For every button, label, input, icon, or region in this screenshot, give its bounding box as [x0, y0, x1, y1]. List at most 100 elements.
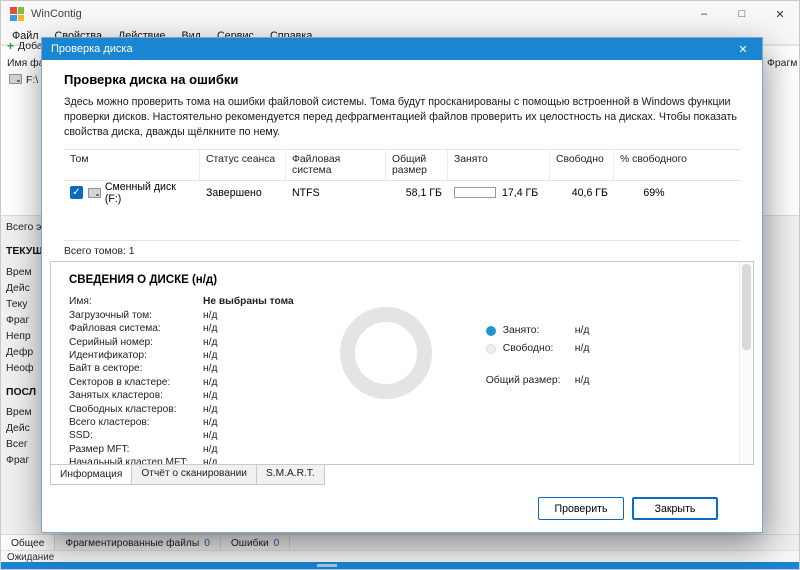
total-legend-value: н/д	[574, 375, 590, 387]
used-value: 17,4 ГБ	[502, 186, 539, 199]
details-heading: СВЕДЕНИЯ О ДИСКЕ (н/д)	[69, 274, 218, 287]
col-used[interactable]: Занято	[448, 150, 550, 181]
field-label: Имя:	[69, 296, 92, 308]
stat-label: Дейс	[6, 423, 30, 434]
free-legend-label: Свободно:	[502, 343, 554, 355]
maximize-icon[interactable]: □	[723, 1, 761, 27]
stat-label: Фраг	[6, 455, 30, 466]
volume-name: Сменный диск (F:)	[104, 180, 176, 205]
field-value: н/д	[203, 457, 218, 465]
field-label: SSD:	[69, 430, 93, 442]
col-filesystem[interactable]: Файловая система	[286, 150, 386, 181]
minimize-icon[interactable]: –	[685, 1, 723, 27]
disk-details-panel: СВЕДЕНИЯ О ДИСКЕ (н/д) Имя: Не выбраны то…	[50, 261, 754, 465]
errors-count-badge: 0	[273, 538, 280, 549]
field-label: Секторов в кластере:	[69, 376, 171, 388]
free-value: 40,6 ГБ	[571, 186, 608, 199]
total-size-value: 58,1 ГБ	[405, 186, 442, 199]
dialog-title: Проверка диска	[51, 43, 133, 55]
field-value: н/д	[203, 349, 218, 361]
field-label: Всего кластеров:	[69, 416, 150, 428]
used-space-bar	[454, 187, 496, 199]
field-value: н/д	[203, 336, 218, 348]
accent-bar-notch	[317, 564, 337, 567]
table-empty-area	[64, 204, 740, 242]
details-fields: Имя: Не выбраны тома Загрузочный том: н/д …	[69, 295, 294, 465]
status-bar: Ожидание	[1, 550, 799, 563]
drive-row[interactable]: F:\	[9, 74, 38, 86]
field-value: н/д	[203, 403, 218, 415]
field-value: н/д	[203, 390, 218, 402]
table-row[interactable]: ✓ Сменный диск (F:) Завершено NTFS 58,1 …	[64, 180, 740, 205]
volume-checkbox[interactable]: ✓	[70, 186, 83, 200]
bottom-tabbar: Общее Фрагментированные файлы 0 Ошибки 0	[1, 534, 799, 550]
free-pct-value: 69%	[643, 186, 665, 199]
last-section-title: ПОСЛ	[6, 387, 37, 398]
stat-label: Врем	[6, 267, 32, 278]
field-value: н/д	[203, 416, 218, 428]
volumes-table-header: Том Статус сеанса Файловая система Общий…	[64, 150, 740, 182]
disk-usage-donut-chart	[339, 307, 432, 400]
field-label: Байт в секторе:	[69, 363, 143, 375]
stat-label: Непр	[6, 331, 31, 342]
window-title: WinContig	[31, 8, 82, 20]
stat-label: Врем	[6, 407, 32, 418]
field-label: Файловая система:	[69, 323, 161, 335]
chart-legend: Занято: н/д Свободно: н/д Общий размер: …	[485, 325, 590, 464]
dialog-content: Проверка диска на ошибки Здесь можно про…	[42, 60, 762, 532]
free-legend-value: н/д	[574, 343, 590, 355]
volumes-table: Том Статус сеанса Файловая система Общий…	[64, 149, 740, 242]
tab-scan-report[interactable]: Отчёт о сканировании	[131, 465, 257, 485]
check-disk-dialog: Проверка диска ✕ Проверка диска на ошибк…	[41, 37, 763, 533]
fragments-column-header: Фрагм	[767, 58, 798, 69]
tab-smart[interactable]: S.M.A.R.T.	[256, 465, 325, 485]
fragmented-count-badge: 0	[204, 538, 210, 549]
used-legend-label: Занято:	[502, 325, 540, 337]
dialog-heading: Проверка диска на ошибки	[64, 72, 239, 87]
tab-general[interactable]: Общее	[1, 535, 56, 550]
dialog-close-icon[interactable]: ✕	[733, 43, 753, 56]
check-button[interactable]: Проверить	[538, 497, 624, 520]
field-value: н/д	[203, 363, 218, 375]
dialog-titlebar[interactable]: Проверка диска ✕	[42, 38, 762, 60]
stat-label: Дейс	[6, 283, 30, 294]
col-session-status[interactable]: Статус сеанса	[200, 150, 286, 181]
total-volumes-label: Всего томов: 1	[64, 246, 135, 258]
field-value: н/д	[203, 430, 218, 442]
field-label: Свободных кластеров:	[69, 403, 177, 415]
add-files-label: Доба	[18, 40, 43, 52]
field-label: Идентификатор:	[69, 349, 147, 361]
tab-general-label: Общее	[11, 538, 45, 549]
col-total-size[interactable]: Общий размер	[386, 150, 448, 181]
dialog-description: Здесь можно проверить тома на ошибки фай…	[64, 96, 737, 138]
app-icon	[10, 7, 24, 21]
add-files-button[interactable]: + Доба	[7, 40, 43, 52]
drive-icon	[88, 187, 101, 198]
details-tabstrip: Информация Отчёт о сканировании S.M.A.R.…	[50, 464, 740, 485]
current-section-title: ТЕКУЩ	[6, 246, 43, 257]
used-legend-value: н/д	[574, 325, 590, 337]
tab-errors[interactable]: Ошибки 0	[221, 535, 291, 550]
field-label: Начальный кластер MFT:	[69, 457, 189, 465]
col-volume[interactable]: Том	[64, 150, 200, 181]
close-button[interactable]: Закрыть	[632, 497, 718, 520]
used-legend-dot	[485, 326, 496, 337]
bottom-accent-bar	[1, 562, 799, 569]
plus-icon: +	[7, 39, 15, 53]
tab-information[interactable]: Информация	[50, 464, 133, 485]
tab-fragmented-files[interactable]: Фрагментированные файлы 0	[55, 535, 221, 550]
stat-label: Всег	[6, 439, 28, 450]
field-value: н/д	[203, 323, 218, 335]
dialog-footer: Проверить Закрыть	[64, 485, 740, 532]
tab-fragmented-label: Фрагментированные файлы	[65, 538, 200, 549]
col-free[interactable]: Свободно	[550, 150, 614, 181]
session-status: Завершено	[206, 186, 262, 199]
col-free-pct[interactable]: % свободного	[614, 150, 694, 180]
drive-label: F:\	[26, 75, 39, 86]
close-icon[interactable]: ✕	[761, 1, 799, 27]
scrollbar-thumb[interactable]	[742, 264, 751, 351]
window-titlebar: WinContig – □ ✕	[1, 1, 799, 27]
field-label: Занятых кластеров:	[69, 390, 163, 402]
details-scrollbar[interactable]	[739, 262, 753, 464]
stat-label: Неоф	[6, 363, 34, 374]
